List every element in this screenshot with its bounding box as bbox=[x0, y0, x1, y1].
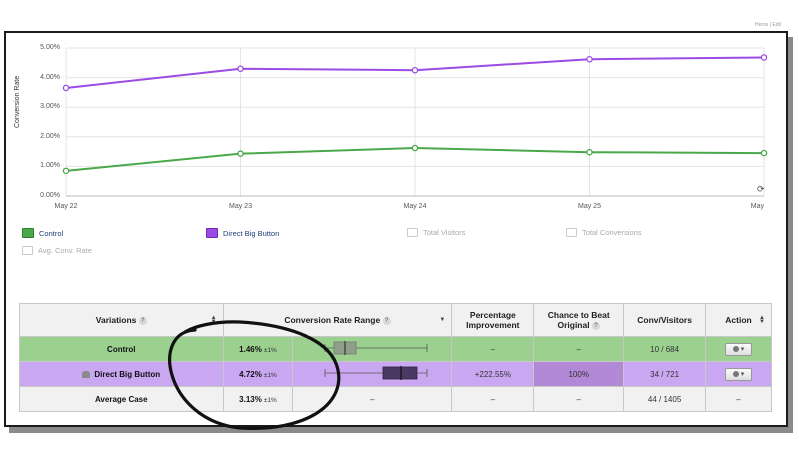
improvement-cell: – bbox=[451, 336, 535, 362]
action-cell: ▾ bbox=[705, 336, 772, 362]
checkbox-icon bbox=[566, 228, 577, 237]
legend-label-total-conversions: Total Conversions bbox=[582, 228, 642, 237]
variation-icon bbox=[82, 370, 91, 378]
variation-name[interactable]: Direct Big Button bbox=[19, 361, 224, 387]
gear-icon bbox=[732, 345, 739, 352]
data-point bbox=[586, 148, 593, 156]
data-point bbox=[62, 167, 70, 175]
legend-item-direct-big-button[interactable]: Direct Big Button bbox=[206, 228, 279, 238]
variation-name: Average Case bbox=[19, 386, 224, 412]
chance-cell: – bbox=[533, 386, 625, 412]
legend-item-total-conversions[interactable]: Total Conversions bbox=[566, 228, 642, 237]
help-icon[interactable]: ? bbox=[591, 321, 600, 330]
data-point bbox=[411, 144, 419, 152]
sort-icon[interactable]: ▲ ▼ bbox=[211, 315, 217, 325]
help-icon[interactable]: ? bbox=[382, 316, 391, 325]
table-row-average-case: Average Case 3.13% ±1% – – – 44 / 1405 – bbox=[19, 386, 772, 412]
header-chance-to-beat-original[interactable]: Chance to Beat Original ? bbox=[533, 303, 625, 337]
legend-label-total-visitors: Total Visitors bbox=[423, 228, 466, 237]
range-bar-cell bbox=[292, 336, 453, 362]
chance-cell: – bbox=[533, 336, 625, 362]
conv-visitors-cell: 34 / 721 bbox=[623, 361, 707, 387]
range-bar-direct-big-button bbox=[324, 366, 428, 380]
data-point bbox=[411, 66, 419, 74]
legend-label-control: Control bbox=[39, 228, 64, 238]
header-conv-visitors[interactable]: Conv/Visitors bbox=[623, 303, 707, 337]
header-conversion-rate-range[interactable]: Conversion Rate Range ? ▼ bbox=[222, 303, 453, 337]
data-point bbox=[760, 54, 768, 61]
help-icon[interactable]: ? bbox=[138, 316, 147, 325]
gear-icon bbox=[732, 370, 739, 377]
table-header-row: Variations ? ▲ ▼ Conversion Rate Range ? … bbox=[19, 303, 772, 337]
action-dropdown-button[interactable]: ▾ bbox=[725, 342, 753, 356]
conv-visitors-cell: 44 / 1405 bbox=[623, 386, 707, 412]
conversion-rate-cell: 4.72% ±1% bbox=[222, 361, 294, 387]
range-cell: – bbox=[292, 386, 453, 412]
data-point bbox=[237, 65, 244, 72]
chance-cell: 100% bbox=[533, 361, 625, 387]
table-row-control: Control 1.46% ±1% – – 10 / 684 ▾ bbox=[19, 336, 772, 362]
action-cell: – bbox=[705, 386, 772, 412]
table-row-direct-big-button: Direct Big Button 4.72% ±1% +222.55% 100%… bbox=[19, 361, 772, 387]
legend-label-avg-conv-rate: Avg. Conv. Rate bbox=[38, 246, 92, 255]
header-percentage-improvement[interactable]: Percentage Improvement bbox=[451, 303, 535, 337]
variation-name[interactable]: Control bbox=[19, 336, 224, 362]
data-point bbox=[760, 149, 768, 157]
chevron-down-icon[interactable]: ▼ bbox=[439, 317, 445, 323]
action-cell: ▾ bbox=[705, 361, 772, 387]
direct-big-button-swatch-icon bbox=[206, 228, 218, 238]
conversion-rate-chart bbox=[62, 47, 768, 197]
range-bar-control bbox=[324, 341, 428, 355]
checkbox-icon bbox=[407, 228, 418, 237]
reset-zoom-icon[interactable]: ⟳ bbox=[757, 184, 765, 195]
action-dropdown-button[interactable]: ▾ bbox=[725, 367, 753, 381]
data-point bbox=[586, 55, 593, 63]
conversion-rate-cell: 3.13% ±1% bbox=[222, 386, 294, 412]
range-bar-cell bbox=[292, 361, 453, 387]
legend-label-direct-big-button: Direct Big Button bbox=[223, 228, 280, 238]
improvement-cell: +222.55% bbox=[451, 361, 535, 387]
sort-icon[interactable]: ▲ ▼ bbox=[759, 315, 765, 325]
legend-item-avg-conv-rate[interactable]: Avg. Conv. Rate bbox=[22, 246, 92, 255]
improvement-cell: – bbox=[451, 386, 535, 412]
data-point bbox=[62, 84, 70, 92]
header-action[interactable]: Action ▲ ▼ bbox=[705, 303, 772, 337]
legend-item-total-visitors[interactable]: Total Visitors bbox=[407, 228, 465, 237]
conv-visitors-cell: 10 / 684 bbox=[623, 336, 707, 362]
variations-table: Variations ? ▲ ▼ Conversion Rate Range ? … bbox=[19, 303, 772, 412]
header-variations[interactable]: Variations ? ▲ ▼ bbox=[19, 303, 224, 337]
conversion-rate-cell: 1.46% ±1% bbox=[222, 336, 294, 362]
control-swatch-icon bbox=[22, 228, 34, 238]
checkbox-icon bbox=[22, 246, 33, 255]
legend-item-control[interactable]: Control bbox=[22, 228, 63, 238]
data-point bbox=[237, 150, 244, 157]
